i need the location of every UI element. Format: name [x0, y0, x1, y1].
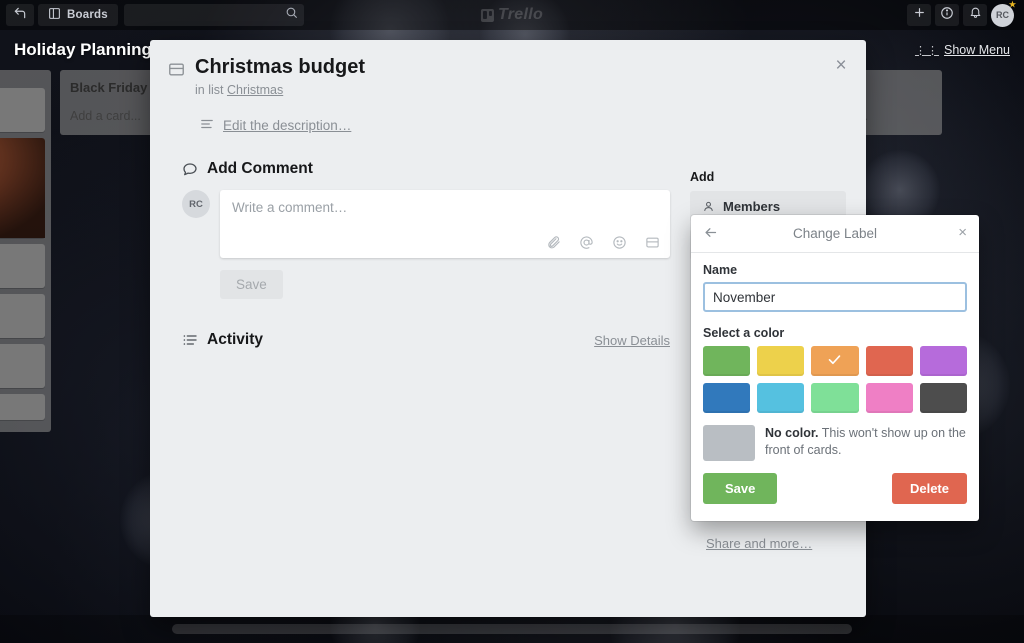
color-swatch-purple[interactable] [919, 346, 967, 376]
color-swatch-sky[interactable] [757, 383, 805, 413]
search-icon[interactable] [285, 6, 298, 24]
select-color-label: Select a color [703, 326, 785, 340]
info-circle-icon [940, 6, 954, 25]
no-color-text: No color. This won't show up on the fron… [765, 425, 967, 461]
search-input[interactable] [123, 4, 304, 26]
member-person-icon [702, 200, 715, 213]
change-label-popover: Change Label × Name Select a color No co… [691, 215, 979, 521]
label-name-input[interactable] [703, 282, 967, 312]
sidebar-item-label: Members [723, 199, 781, 214]
no-color-option[interactable]: No color. This won't show up on the fron… [703, 425, 967, 461]
plus-icon [913, 6, 926, 24]
add-comment-heading: Add Comment [182, 160, 670, 178]
activity-list-icon [182, 332, 198, 348]
add-comment-label: Add Comment [207, 160, 313, 177]
bell-icon [969, 6, 982, 24]
avatar-initials: RC [189, 198, 203, 210]
menu-dots-icon: ⋮⋮ [914, 44, 939, 57]
comment-composer: RC Write a comment… [182, 190, 670, 258]
color-swatch-green[interactable] [703, 346, 751, 376]
attachment-icon[interactable] [546, 235, 561, 250]
activity-label: Activity [207, 331, 263, 348]
activity-section: Activity Show Details [182, 331, 670, 349]
share-and-more-button[interactable]: Share and more… [706, 536, 812, 551]
list-item[interactable] [0, 394, 45, 420]
back-button[interactable] [6, 4, 34, 26]
name-field-label: Name [703, 263, 738, 277]
list-link[interactable]: Christmas [227, 83, 283, 97]
boards-button[interactable]: Boards [38, 4, 118, 26]
color-swatch-red[interactable] [865, 346, 913, 376]
card-window-icon [168, 61, 185, 97]
card-header: Christmas budget in list Christmas [150, 40, 866, 97]
notifications-button[interactable] [963, 4, 987, 26]
trello-logo-mark [480, 8, 494, 22]
popover-actions: Save Delete [703, 473, 967, 504]
card-icon[interactable] [645, 235, 660, 250]
show-details-button[interactable]: Show Details [594, 333, 670, 348]
popover-title: Change Label [792, 226, 878, 241]
show-menu-label: Show Menu [943, 43, 1010, 57]
boards-label: Boards [67, 9, 108, 21]
back-arrow-icon [13, 6, 27, 25]
color-swatch-yellow[interactable] [757, 346, 805, 376]
topbar-right-actions: RC ★ [907, 0, 1018, 27]
add-button[interactable] [907, 4, 931, 26]
save-button[interactable]: Save [703, 473, 778, 504]
list-item[interactable] [0, 344, 45, 388]
check-icon [827, 352, 842, 370]
no-color-swatch[interactable] [703, 425, 755, 461]
list-item[interactable] [0, 244, 45, 288]
card-modal-main-column: Add Comment RC Write a comment… Save Act… [168, 134, 670, 349]
board-title: Holiday Planning [14, 40, 152, 59]
color-swatch-lime[interactable] [811, 383, 859, 413]
card-in-list: in list Christmas [195, 83, 365, 97]
user-avatar-initials: RC [996, 10, 1009, 20]
list-item[interactable] [0, 138, 45, 238]
description-lines-icon [200, 117, 214, 134]
trello-logo-text: Trello [497, 6, 544, 23]
list-item[interactable] [0, 88, 45, 132]
card-cover-image [0, 138, 45, 238]
comment-bubble-icon [182, 161, 198, 177]
edit-description-label: Edit the description… [223, 118, 352, 133]
save-comment-button[interactable]: Save [220, 270, 283, 299]
info-button[interactable] [935, 4, 959, 26]
color-swatch-pink[interactable] [865, 383, 913, 413]
add-section-title: Add [690, 170, 715, 184]
search-box[interactable] [123, 4, 304, 26]
delete-button[interactable]: Delete [891, 473, 967, 504]
card-title: Christmas budget [195, 56, 366, 78]
top-navigation-bar: Boards Trello RC ★ [0, 0, 1024, 30]
in-list-prefix: in list [195, 83, 224, 97]
crown-icon: ★ [1008, 0, 1016, 9]
color-swatch-orange[interactable] [811, 346, 859, 376]
trello-logo: Trello [480, 6, 544, 24]
boards-grid-icon [48, 7, 61, 23]
color-swatch-black[interactable] [919, 383, 967, 413]
close-icon[interactable]: × [958, 225, 967, 240]
avatar: RC [182, 190, 210, 218]
emoji-icon[interactable] [612, 235, 627, 250]
show-menu-button[interactable]: ⋮⋮ Show Menu [915, 43, 1010, 57]
color-swatch-grid [703, 346, 967, 413]
board-horizontal-scrollbar[interactable] [0, 615, 1024, 643]
user-avatar[interactable]: RC ★ [991, 0, 1016, 27]
edit-description-button[interactable]: Edit the description… [200, 117, 866, 134]
popover-header: Change Label × [691, 215, 979, 253]
close-icon[interactable]: × [828, 52, 854, 78]
back-arrow-icon[interactable] [703, 225, 718, 243]
mention-icon[interactable] [579, 235, 594, 250]
popover-body: Name Select a color No color. This won't… [691, 253, 979, 516]
scrollbar-thumb[interactable] [172, 624, 852, 634]
list-title[interactable] [0, 76, 45, 88]
comment-placeholder: Write a comment… [232, 200, 348, 215]
color-swatch-blue[interactable] [703, 383, 751, 413]
list-item[interactable] [0, 294, 45, 338]
comment-input[interactable]: Write a comment… [220, 190, 670, 258]
comment-toolbar [546, 235, 660, 250]
activity-heading: Activity [182, 331, 263, 349]
list-partial[interactable] [0, 70, 51, 432]
no-color-title: No color. [765, 426, 819, 440]
